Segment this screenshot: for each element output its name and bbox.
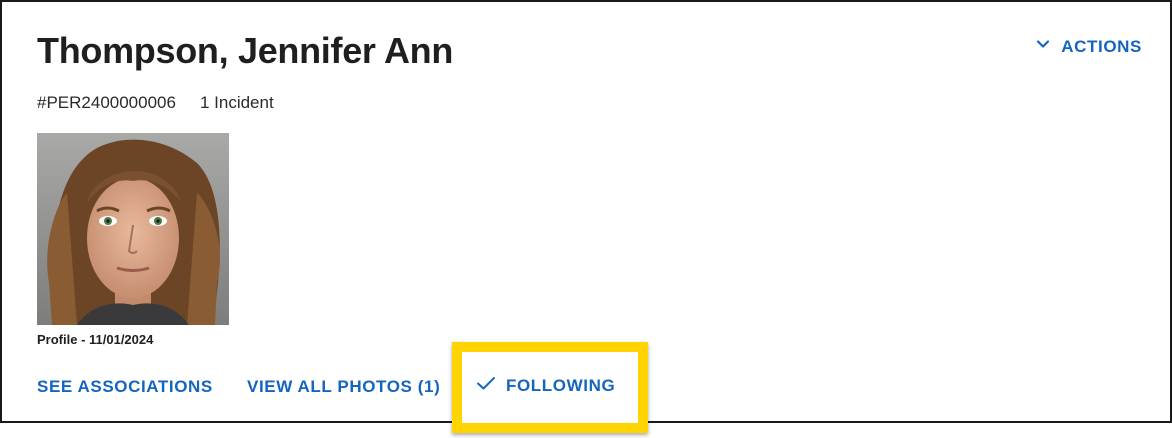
actions-button[interactable]: ACTIONS (1035, 36, 1142, 57)
check-icon (476, 375, 496, 396)
following-label: FOLLOWING (506, 375, 616, 395)
chevron-down-icon (1035, 36, 1051, 57)
record-id: #PER2400000006 (37, 93, 176, 112)
profile-photo[interactable] (37, 133, 229, 325)
following-button[interactable]: FOLLOWING (476, 375, 615, 396)
incident-count: 1 Incident (199, 93, 274, 112)
person-name: Thompson, Jennifer Ann (37, 30, 454, 71)
person-meta: #PER2400000006 1 Incident (37, 93, 274, 113)
photo-caption: Profile - 11/01/2024 (37, 332, 154, 347)
actions-label: ACTIONS (1061, 36, 1142, 56)
view-all-photos-link[interactable]: VIEW ALL PHOTOS (1) (247, 377, 440, 397)
see-associations-link[interactable]: SEE ASSOCIATIONS (37, 377, 213, 397)
